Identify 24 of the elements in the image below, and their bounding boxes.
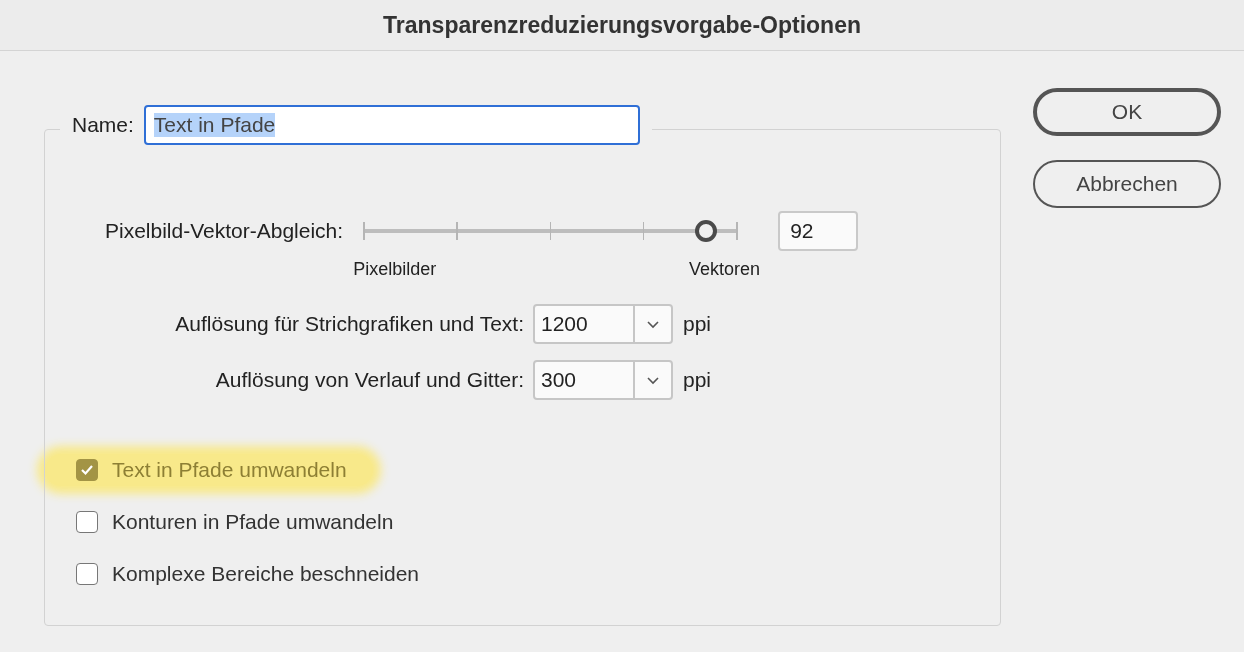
name-field[interactable]: Text in Pfade: [143, 105, 640, 145]
chevron-down-icon: [646, 319, 660, 329]
name-label: Name:: [72, 113, 134, 137]
window-title: Transparenzreduzierungsvorgabe-Optionen: [383, 11, 861, 39]
ok-button[interactable]: OK: [1033, 88, 1221, 136]
slider-max-label: Vektoren: [689, 259, 761, 280]
checkmark-icon: [80, 464, 94, 476]
slider-value-field[interactable]: 92: [778, 211, 859, 251]
checkbox[interactable]: [76, 459, 98, 481]
checkbox-label[interactable]: Komplexe Bereiche beschneiden: [112, 562, 420, 586]
resolution-label: Auflösung für Strichgrafiken und Text:: [174, 312, 524, 336]
unit-label: ppi: [683, 312, 712, 336]
cancel-button[interactable]: Abbrechen: [1033, 160, 1221, 208]
checkbox[interactable]: [76, 511, 98, 533]
resolution-combo-box[interactable]: 1200: [533, 304, 673, 344]
slider-thumb[interactable]: [695, 220, 718, 242]
checkbox-label[interactable]: Konturen in Pfade umwandeln: [112, 510, 394, 534]
checkbox[interactable]: [76, 563, 98, 585]
slider-label: Pixelbild-Vektor-Abgleich:: [105, 218, 344, 244]
unit-label: ppi: [683, 368, 712, 392]
resolution-label: Auflösung von Verlauf und Gitter:: [214, 368, 524, 392]
slider-min-label: Pixelbilder: [353, 259, 437, 280]
chevron-down-icon: [646, 375, 660, 385]
resolution-combo-box[interactable]: 300: [533, 360, 673, 400]
